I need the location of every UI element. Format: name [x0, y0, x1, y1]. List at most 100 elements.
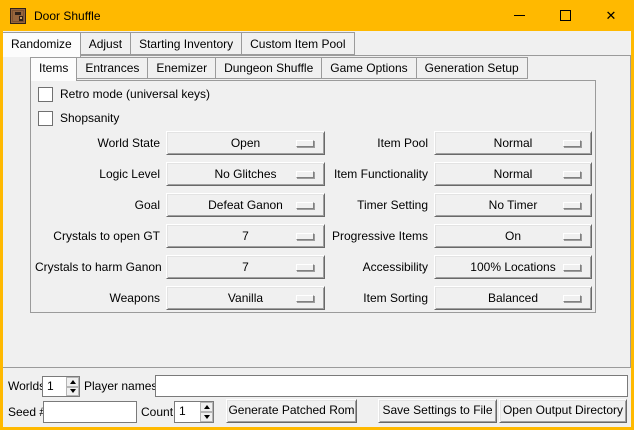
option-label-logic-level: Logic Level	[35, 162, 160, 186]
dropdown-value: Defeat Ganon	[208, 198, 283, 212]
tab-enemizer[interactable]: Enemizer	[147, 57, 216, 79]
dropdown-value: Vanilla	[228, 291, 263, 305]
tab-generation-setup[interactable]: Generation Setup	[416, 57, 528, 79]
door-shuffle-window: Door Shuffle ✕ RandomizeAdjustStarting I…	[0, 0, 634, 430]
down-arrow-icon	[70, 389, 76, 393]
minimize-icon	[514, 15, 525, 16]
menu-indicator-icon	[563, 295, 581, 302]
dropdown-value: 7	[242, 260, 249, 274]
dropdown-value: On	[505, 229, 521, 243]
tab-entrances[interactable]: Entrances	[76, 57, 148, 79]
dropdown-value: No Timer	[489, 198, 538, 212]
window-controls: ✕	[496, 0, 634, 31]
dropdown-item-pool[interactable]: Normal	[434, 131, 592, 155]
player-names-label: Player names	[84, 375, 157, 397]
tab-game-options[interactable]: Game Options	[321, 57, 416, 79]
tab-dungeon-shuffle[interactable]: Dungeon Shuffle	[215, 57, 322, 79]
option-label-progressive-items: Progressive Items	[330, 224, 428, 248]
menu-indicator-icon	[296, 264, 314, 271]
maximize-button[interactable]	[542, 0, 588, 31]
maximize-icon	[560, 10, 571, 21]
save-settings-button[interactable]: Save Settings to File	[378, 399, 497, 423]
checkbox-label: Retro mode (universal keys)	[60, 87, 210, 101]
inner-tab-row: ItemsEntrancesEnemizerDungeon ShuffleGam…	[30, 57, 527, 81]
count-label: Count	[141, 401, 173, 423]
open-output-directory-button[interactable]: Open Output Directory	[499, 399, 627, 423]
generate-patched-rom-button[interactable]: Generate Patched Rom	[226, 399, 357, 423]
menu-indicator-icon	[563, 140, 581, 147]
seed-label: Seed #	[8, 401, 46, 423]
dropdown-item-functionality[interactable]: Normal	[434, 162, 592, 186]
down-arrow-icon	[204, 415, 210, 419]
door-icon	[10, 8, 26, 24]
worlds-label: Worlds	[8, 375, 45, 397]
option-label-accessibility: Accessibility	[330, 255, 428, 279]
close-button[interactable]: ✕	[588, 0, 634, 31]
dropdown-value: Open	[231, 136, 260, 150]
dropdown-crystals-to-open-gt[interactable]: 7	[166, 224, 325, 248]
tab-items[interactable]: Items	[30, 57, 77, 81]
option-label-item-functionality: Item Functionality	[330, 162, 428, 186]
worlds-spinner[interactable]: 1	[42, 376, 80, 397]
menu-indicator-icon	[563, 171, 581, 178]
dropdown-value: Normal	[494, 167, 533, 181]
items-pane: Retro mode (universal keys)ShopsanityWor…	[30, 80, 596, 313]
dropdown-logic-level[interactable]: No Glitches	[166, 162, 325, 186]
tab-randomize[interactable]: Randomize	[2, 32, 81, 57]
dropdown-weapons[interactable]: Vanilla	[166, 286, 325, 310]
menu-indicator-icon	[563, 264, 581, 271]
count-down-button[interactable]	[200, 412, 213, 422]
window-border-left	[0, 31, 3, 430]
dropdown-value: 100% Locations	[470, 260, 555, 274]
outer-tab-row: RandomizeAdjustStarting InventoryCustom …	[2, 32, 354, 57]
menu-indicator-icon	[296, 140, 314, 147]
dropdown-timer-setting[interactable]: No Timer	[434, 193, 592, 217]
seed-input[interactable]	[43, 401, 137, 423]
tab-starting-inventory[interactable]: Starting Inventory	[130, 32, 242, 55]
dropdown-world-state[interactable]: Open	[166, 131, 325, 155]
menu-indicator-icon	[296, 233, 314, 240]
option-label-crystals-to-harm-ganon: Crystals to harm Ganon	[35, 255, 160, 279]
up-arrow-icon	[70, 380, 76, 384]
dropdown-item-sorting[interactable]: Balanced	[434, 286, 592, 310]
dropdown-value: Balanced	[488, 291, 538, 305]
dropdown-value: 7	[242, 229, 249, 243]
tab-adjust[interactable]: Adjust	[80, 32, 131, 55]
worlds-down-button[interactable]	[66, 387, 79, 397]
dropdown-goal[interactable]: Defeat Ganon	[166, 193, 325, 217]
menu-indicator-icon	[563, 233, 581, 240]
checkbox-box-icon	[38, 87, 53, 102]
option-label-item-pool: Item Pool	[330, 131, 428, 155]
count-spinner[interactable]: 1	[174, 401, 214, 423]
menu-indicator-icon	[563, 202, 581, 209]
worlds-value: 1	[47, 377, 54, 396]
menu-indicator-icon	[296, 295, 314, 302]
minimize-button[interactable]	[496, 0, 542, 31]
checkbox-retro-mode-universal-keys[interactable]: Retro mode (universal keys)	[38, 86, 210, 102]
dropdown-progressive-items[interactable]: On	[434, 224, 592, 248]
dropdown-accessibility[interactable]: 100% Locations	[434, 255, 592, 279]
tab-custom-item-pool[interactable]: Custom Item Pool	[241, 32, 354, 55]
close-icon: ✕	[606, 9, 617, 22]
option-label-goal: Goal	[35, 193, 160, 217]
worlds-up-button[interactable]	[66, 377, 79, 387]
count-spinner-buttons	[200, 402, 213, 422]
window-title: Door Shuffle	[34, 9, 101, 23]
titlebar: Door Shuffle ✕	[0, 0, 634, 31]
checkbox-label: Shopsanity	[60, 111, 119, 125]
player-names-input[interactable]	[155, 375, 628, 397]
option-label-weapons: Weapons	[35, 286, 160, 310]
option-label-crystals-to-open-gt: Crystals to open GT	[35, 224, 160, 248]
option-label-item-sorting: Item Sorting	[330, 286, 428, 310]
menu-indicator-icon	[296, 202, 314, 209]
dropdown-value: No Glitches	[214, 167, 276, 181]
count-value: 1	[179, 402, 186, 421]
dropdown-value: Normal	[494, 136, 533, 150]
option-label-timer-setting: Timer Setting	[330, 193, 428, 217]
checkbox-box-icon	[38, 111, 53, 126]
checkbox-shopsanity[interactable]: Shopsanity	[38, 110, 119, 126]
up-arrow-icon	[204, 405, 210, 409]
dropdown-crystals-to-harm-ganon[interactable]: 7	[166, 255, 325, 279]
worlds-spinner-buttons	[66, 377, 79, 396]
count-up-button[interactable]	[200, 402, 213, 412]
